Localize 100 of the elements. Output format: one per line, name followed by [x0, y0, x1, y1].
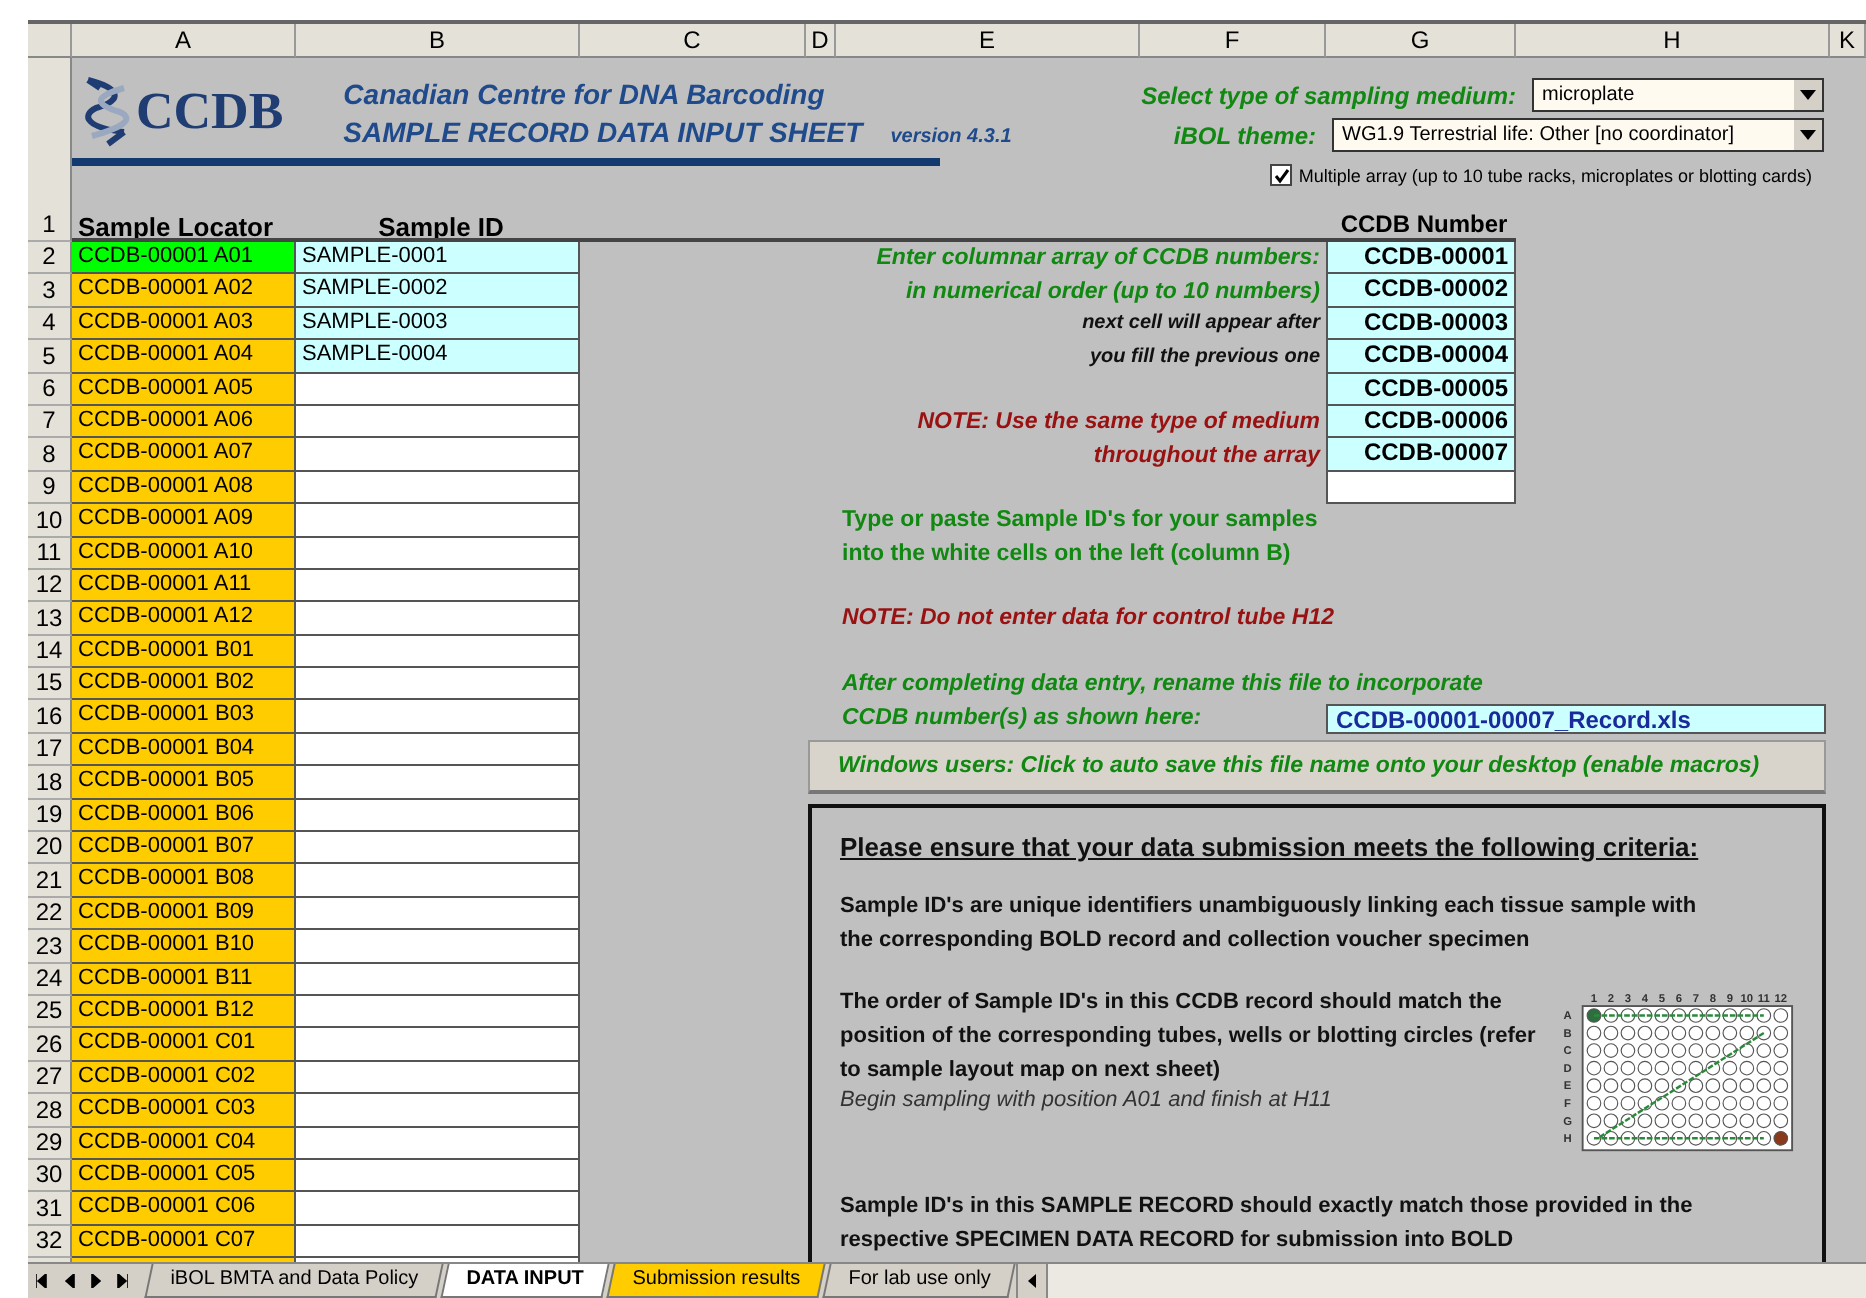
locator-cell[interactable]: CCDB-00001 C05 — [72, 1159, 296, 1193]
scroll-left-icon[interactable] — [1027, 1274, 1036, 1289]
sheet-tab[interactable]: For lab use only — [821, 1264, 1016, 1298]
row-header[interactable]: 16 — [28, 700, 72, 734]
row-header[interactable]: 5 — [28, 340, 72, 374]
column-header[interactable]: G — [1326, 24, 1516, 58]
locator-cell[interactable]: CCDB-00001 B04 — [72, 733, 296, 767]
sample-id-cell[interactable] — [296, 963, 580, 996]
locator-cell[interactable]: CCDB-00001 C04 — [72, 1127, 296, 1160]
row-header[interactable]: 6 — [28, 373, 72, 406]
sample-id-cell[interactable] — [296, 569, 580, 603]
dropdown-arrow-icon[interactable] — [1800, 90, 1816, 100]
row-header[interactable]: 13 — [28, 602, 72, 636]
sample-id-cell[interactable] — [296, 602, 580, 636]
column-header[interactable]: D — [806, 24, 836, 58]
column-header[interactable]: E — [836, 24, 1140, 58]
sample-id-cell[interactable] — [296, 504, 580, 538]
sample-id-cell[interactable] — [296, 897, 580, 931]
locator-cell[interactable]: CCDB-00001 B12 — [72, 995, 296, 1029]
sample-id-cell[interactable] — [296, 471, 580, 505]
sample-id-cell[interactable]: SAMPLE-0003 — [296, 307, 580, 341]
locator-cell[interactable]: CCDB-00001 B05 — [72, 766, 296, 800]
locator-cell[interactable]: CCDB-00001 B09 — [72, 897, 296, 931]
sample-id-cell[interactable] — [296, 995, 580, 1029]
row-header[interactable]: 18 — [28, 766, 72, 800]
sample-id-cell[interactable] — [296, 373, 580, 406]
row-header[interactable]: 19 — [28, 799, 72, 833]
locator-cell[interactable]: CCDB-00001 B01 — [72, 635, 296, 669]
locator-cell[interactable]: CCDB-00001 C06 — [72, 1192, 296, 1226]
row-header[interactable]: 7 — [28, 405, 72, 439]
sample-id-cell[interactable] — [296, 733, 580, 767]
sample-id-cell[interactable]: SAMPLE-0001 — [296, 242, 580, 275]
ccdb-number-cell[interactable]: CCDB-00004 — [1326, 340, 1516, 374]
column-header[interactable]: B — [296, 24, 580, 58]
row-header[interactable]: 14 — [28, 635, 72, 669]
locator-cell[interactable]: CCDB-00001 A09 — [72, 504, 296, 538]
locator-cell[interactable]: CCDB-00001 B07 — [72, 832, 296, 865]
column-header[interactable]: K — [1830, 24, 1866, 58]
sample-id-cell[interactable] — [296, 1127, 580, 1160]
sample-id-cell[interactable]: SAMPLE-0004 — [296, 340, 580, 374]
locator-cell[interactable]: CCDB-00001 B02 — [72, 668, 296, 701]
sample-id-cell[interactable] — [296, 1159, 580, 1193]
locator-cell[interactable]: CCDB-00001 B08 — [72, 864, 296, 898]
column-header[interactable]: F — [1140, 24, 1326, 58]
medium-dropdown[interactable]: microplate — [1532, 78, 1824, 112]
sample-id-cell[interactable] — [296, 1094, 580, 1128]
row-header[interactable]: 30 — [28, 1159, 72, 1193]
locator-cell[interactable]: CCDB-00001 B03 — [72, 700, 296, 734]
locator-cell[interactable]: CCDB-00001 A12 — [72, 602, 296, 636]
row-header[interactable]: 17 — [28, 733, 72, 767]
sheet-tab[interactable]: Submission results — [605, 1264, 825, 1298]
row-header[interactable]: 1 — [28, 58, 72, 242]
row-header[interactable]: 26 — [28, 1028, 72, 1062]
sample-id-cell[interactable]: SAMPLE-0002 — [296, 274, 580, 308]
locator-cell[interactable]: CCDB-00001 B11 — [72, 963, 296, 996]
row-header[interactable]: 23 — [28, 930, 72, 964]
sample-id-cell[interactable] — [296, 1061, 580, 1095]
locator-cell[interactable]: CCDB-00001 A05 — [72, 373, 296, 406]
column-header[interactable]: A — [72, 24, 296, 58]
horizontal-scrollbar[interactable] — [1015, 1264, 1866, 1298]
sample-id-cell[interactable] — [296, 537, 580, 570]
sample-id-cell[interactable] — [296, 635, 580, 669]
ccdb-number-cell[interactable]: CCDB-00005 — [1326, 373, 1516, 406]
row-header[interactable]: 24 — [28, 963, 72, 996]
row-header[interactable]: 27 — [28, 1061, 72, 1095]
locator-cell[interactable]: CCDB-00001 C01 — [72, 1028, 296, 1062]
sample-id-cell[interactable] — [296, 438, 580, 472]
row-header[interactable]: 2 — [28, 242, 72, 275]
ccdb-number-cell[interactable] — [1326, 471, 1516, 505]
row-header[interactable]: 29 — [28, 1127, 72, 1160]
row-header[interactable]: 21 — [28, 864, 72, 898]
sample-id-cell[interactable] — [296, 799, 580, 833]
column-header[interactable]: C — [580, 24, 806, 58]
dropdown-arrow-icon[interactable] — [1800, 130, 1816, 140]
sample-id-cell[interactable] — [296, 864, 580, 898]
row-header[interactable]: 20 — [28, 832, 72, 865]
sample-id-cell[interactable] — [296, 930, 580, 964]
file-name-field[interactable]: CCDB-00001-00007_Record.xls — [1326, 704, 1826, 734]
theme-dropdown[interactable]: WG1.9 Terrestrial life: Other [no coordinator] — [1332, 118, 1824, 152]
sheet-tab[interactable]: DATA INPUT — [440, 1264, 609, 1298]
sample-id-cell[interactable] — [296, 1028, 580, 1062]
locator-cell[interactable]: CCDB-00001 A04 — [72, 340, 296, 374]
row-header[interactable]: 9 — [28, 471, 72, 505]
sample-id-cell[interactable] — [296, 405, 580, 439]
ccdb-number-cell[interactable]: CCDB-00002 — [1326, 274, 1516, 308]
locator-cell[interactable]: CCDB-00001 C02 — [72, 1061, 296, 1095]
locator-cell[interactable]: CCDB-00001 A10 — [72, 537, 296, 570]
ccdb-number-cell[interactable]: CCDB-00001 — [1326, 242, 1516, 275]
locator-cell[interactable]: CCDB-00001 B06 — [72, 799, 296, 833]
ccdb-number-cell[interactable]: CCDB-00006 — [1326, 405, 1516, 439]
row-header[interactable]: 28 — [28, 1094, 72, 1128]
ccdb-number-cell[interactable]: CCDB-00003 — [1326, 307, 1516, 341]
row-header[interactable]: 12 — [28, 569, 72, 603]
locator-cell[interactable]: CCDB-00001 C07 — [72, 1225, 296, 1259]
row-header[interactable]: 4 — [28, 307, 72, 341]
ccdb-number-cell[interactable]: CCDB-00007 — [1326, 438, 1516, 472]
locator-cell[interactable]: CCDB-00001 A08 — [72, 471, 296, 505]
row-header[interactable]: 22 — [28, 897, 72, 931]
locator-cell[interactable]: CCDB-00001 A06 — [72, 405, 296, 439]
row-header[interactable]: 10 — [28, 504, 72, 538]
